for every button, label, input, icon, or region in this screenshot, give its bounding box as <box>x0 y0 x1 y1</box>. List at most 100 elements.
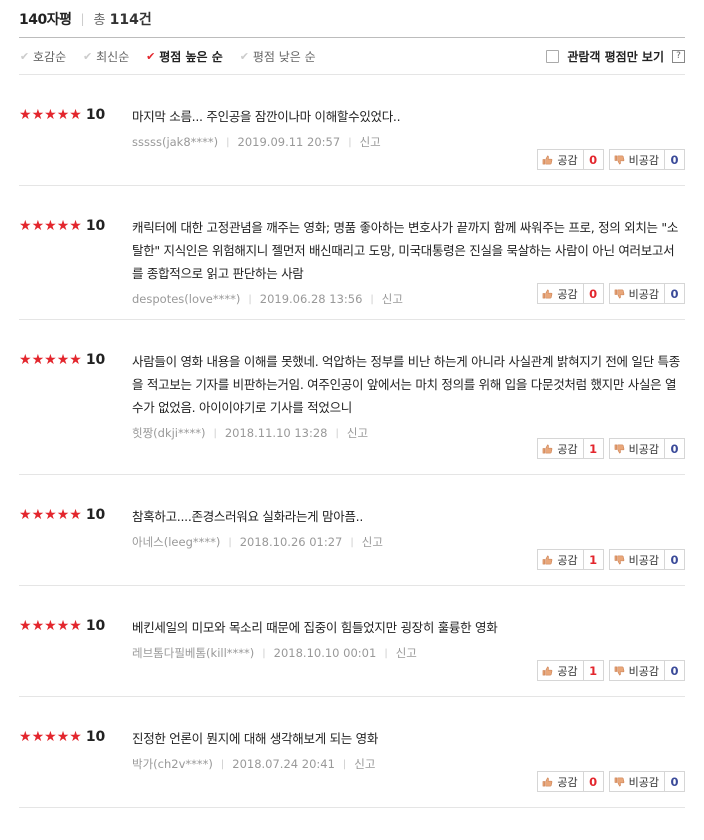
star-icon: ★ <box>19 507 32 523</box>
star-icon: ★ <box>19 729 32 745</box>
review-body: 마지막 소름... 주인공을 잠깐이나마 이해할수있었다.. sssss(jak8… <box>132 75 685 150</box>
like-button[interactable]: 공감 0 <box>537 149 604 170</box>
like-count: 0 <box>589 774 598 789</box>
like-button[interactable]: 공감 0 <box>537 283 604 304</box>
review-author[interactable]: sssss(jak8****) <box>132 135 218 149</box>
dislike-label: 비공감 <box>610 150 665 169</box>
meta-divider: | <box>350 536 354 548</box>
star-icon: ★ <box>56 618 70 634</box>
dislike-count: 0 <box>670 441 679 456</box>
sort-option[interactable]: ✔ 평점 높은 순 <box>145 48 223 65</box>
total-label: 총 <box>93 12 106 28</box>
meta-divider: | <box>226 136 230 148</box>
review-text: 캐릭터에 대한 고정관념을 깨주는 영화; 명품 좋아하는 변호사가 끝까지 함… <box>132 220 679 281</box>
dislike-text: 비공감 <box>628 664 659 678</box>
dislike-button[interactable]: 비공감 0 <box>608 771 685 792</box>
star-icon: ★ <box>44 352 57 368</box>
sort-bar: ✔ 호감순 ✔ 최신순 ✔ 평점 높은 순 ✔ 평점 낮은 순 관람객 평점만 보기 ? <box>19 38 685 75</box>
vote-actions: 공감 0 비공감 0 <box>532 149 685 170</box>
review-meta: sssss(jak8****) | 2019.09.11 20:57 | 신고 <box>132 134 685 150</box>
review-meta: 박가(ch2v****) | 2018.07.24 20:41 | 신고 <box>132 756 685 772</box>
star-rating: ★ ★ ★ ★ ★ 10 <box>19 618 105 634</box>
review-text: 진정한 언론이 뭔지에 대해 생각해보게 되는 영화 <box>132 731 379 746</box>
report-link[interactable]: 신고 <box>382 291 403 307</box>
dislike-label: 비공감 <box>610 661 665 680</box>
review-text: 사람들이 영화 내용을 이해를 못했네. 억압하는 정부를 비난 하는게 아니라… <box>132 354 680 415</box>
dislike-button[interactable]: 비공감 0 <box>608 149 685 170</box>
dislike-text: 비공감 <box>628 153 659 167</box>
meta-divider: | <box>248 293 252 305</box>
review-item: ★ ★ ★ ★ ★ 10 캐릭터에 대한 고정관념을 깨주는 영화; 명품 좋아하는 변호사… <box>19 186 685 320</box>
review-date: 2018.10.26 01:27 <box>239 535 343 549</box>
review-date: 2018.11.10 13:28 <box>224 426 328 440</box>
star-icon: ★ <box>69 507 82 523</box>
star-icon: ★ <box>19 618 32 634</box>
like-button[interactable]: 공감 1 <box>537 660 604 681</box>
thumbs-down-icon <box>614 555 624 564</box>
total-unit: 건 <box>138 11 152 28</box>
star-icon: ★ <box>19 352 32 368</box>
thumbs-down-icon <box>614 444 624 453</box>
dislike-button[interactable]: 비공감 0 <box>608 549 685 570</box>
review-panel: 140자평 | 총 114건 ✔ 호감순 ✔ 최신순 ✔ 평점 높은 순 ✔ 평점 낮은 순 … <box>0 0 704 808</box>
review-meta: 레브톰다필베톰(kill****) | 2018.10.10 00:01 | 신고 <box>132 645 685 661</box>
sort-option[interactable]: ✔ 평점 낮은 순 <box>239 48 316 65</box>
like-label: 공감 <box>538 661 584 680</box>
like-label: 공감 <box>538 772 584 791</box>
meta-divider: | <box>220 758 225 770</box>
rating-score: 10 <box>85 352 106 368</box>
dislike-button[interactable]: 비공감 0 <box>608 660 685 681</box>
meta-divider: | <box>262 647 266 659</box>
dislike-text: 비공감 <box>628 775 659 789</box>
like-button[interactable]: 공감 1 <box>537 549 604 570</box>
review-text: 참혹하고....존경스러워요 실화라는게 맘아픔.. <box>132 509 363 524</box>
star-icon: ★ <box>56 729 70 745</box>
report-link[interactable]: 신고 <box>347 425 368 441</box>
like-label: 공감 <box>538 150 584 169</box>
star-icon: ★ <box>31 729 45 745</box>
sort-option-label: 평점 낮은 순 <box>252 49 316 64</box>
report-link[interactable]: 신고 <box>354 756 375 772</box>
dislike-label: 비공감 <box>610 772 665 791</box>
sort-option[interactable]: ✔ 호감순 <box>19 48 66 65</box>
star-icon: ★ <box>31 352 45 368</box>
section-title: 140자평 <box>19 11 72 28</box>
review-author[interactable]: despotes(love****) <box>132 292 240 306</box>
meta-divider: | <box>213 427 217 439</box>
star-icon: ★ <box>31 618 45 634</box>
like-label: 공감 <box>538 550 584 569</box>
review-author[interactable]: 박가(ch2v****) <box>132 756 213 772</box>
check-icon: ✔ <box>19 49 30 63</box>
report-link[interactable]: 신고 <box>396 645 417 661</box>
sort-option[interactable]: ✔ 최신순 <box>82 48 129 65</box>
star-icon: ★ <box>31 218 45 234</box>
star-icon: ★ <box>69 352 82 368</box>
review-item: ★ ★ ★ ★ ★ 10 사람들이 영화 내용을 이해를 못했네. 억압하는 정부를 비난 … <box>19 320 685 475</box>
title-divider: | <box>80 11 85 26</box>
review-author[interactable]: 힛짱(dkji****) <box>132 425 205 441</box>
review-author[interactable]: 아네스(leeg****) <box>132 534 220 550</box>
audience-filter[interactable]: 관람객 평점만 보기 ? <box>546 38 685 74</box>
star-icon: ★ <box>56 107 70 123</box>
vote-actions: 공감 1 비공감 0 <box>532 660 685 681</box>
report-link[interactable]: 신고 <box>362 534 383 550</box>
star-icon: ★ <box>31 507 45 523</box>
star-icon: ★ <box>69 107 82 123</box>
report-link[interactable]: 신고 <box>360 134 381 150</box>
star-icon: ★ <box>69 218 82 234</box>
rating-score: 10 <box>85 218 106 234</box>
rating-score: 10 <box>85 507 106 523</box>
star-icon: ★ <box>31 107 45 123</box>
thumbs-up-icon <box>543 444 553 453</box>
dislike-button[interactable]: 비공감 0 <box>608 283 685 304</box>
dislike-count: 0 <box>670 774 679 789</box>
vote-actions: 공감 0 비공감 0 <box>532 771 685 792</box>
like-button[interactable]: 공감 1 <box>537 438 604 459</box>
like-button[interactable]: 공감 0 <box>537 771 604 792</box>
meta-divider: | <box>370 293 374 305</box>
audience-checkbox[interactable] <box>546 49 560 63</box>
dislike-button[interactable]: 비공감 0 <box>608 438 685 459</box>
review-author[interactable]: 레브톰다필베톰(kill****) <box>132 645 254 661</box>
help-icon[interactable]: ? <box>672 49 685 63</box>
dislike-label: 비공감 <box>610 439 665 458</box>
